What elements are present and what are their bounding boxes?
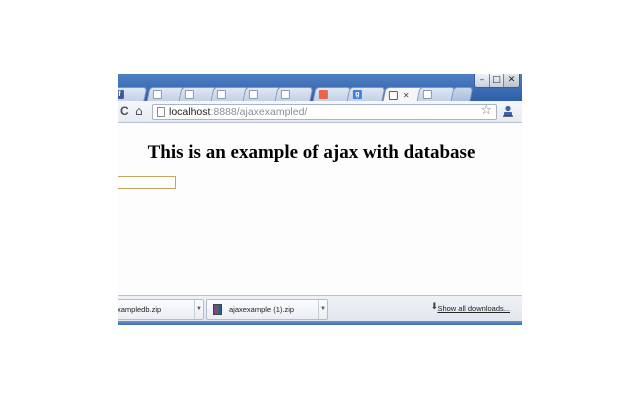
browser-window: – □ ✕ f g ✕ C ⌂ localhost:8888/ajaxexamp… — [118, 74, 522, 325]
chevron-down-icon[interactable]: ▼ — [194, 300, 203, 319]
page-icon — [422, 90, 432, 99]
text-input[interactable] — [118, 176, 176, 189]
tab-google[interactable]: g — [346, 87, 386, 101]
chart-icon — [388, 90, 398, 100]
zip-file-icon — [213, 304, 222, 315]
close-window-button[interactable]: ✕ — [503, 74, 519, 87]
page-icon — [157, 107, 165, 117]
page-content: This is an example of ajax with database — [118, 123, 522, 295]
download-filename: ajaxexample (1).zip — [229, 305, 295, 314]
facebook-icon: f — [118, 90, 124, 99]
mozilla-icon — [318, 90, 328, 99]
home-icon[interactable]: ⌂ — [135, 104, 143, 118]
tab-facebook[interactable]: f — [118, 87, 148, 101]
window-controls: – □ ✕ — [474, 74, 520, 88]
page-icon — [248, 90, 258, 99]
tab-6[interactable] — [274, 87, 314, 101]
google-icon: g — [352, 90, 362, 99]
page-icon — [152, 90, 162, 99]
page-heading: This is an example of ajax with database — [147, 142, 476, 163]
show-all-downloads-link[interactable]: Show all downloads... — [437, 304, 510, 313]
maximize-button[interactable]: □ — [489, 74, 503, 87]
tab-10[interactable] — [416, 87, 456, 101]
wrench-icon[interactable] — [502, 105, 514, 117]
page-icon — [280, 90, 290, 99]
chevron-down-icon[interactable]: ▼ — [318, 300, 327, 319]
page-icon — [184, 90, 194, 99]
tab-mozilla[interactable] — [312, 87, 352, 101]
page-icon — [216, 90, 226, 99]
toolbar: C ⌂ localhost:8888/ajaxexampled/ ☆ — [118, 101, 522, 123]
taskbar-edge — [118, 321, 522, 325]
new-tab-button[interactable] — [450, 87, 474, 101]
star-icon[interactable]: ☆ — [480, 103, 492, 118]
reload-icon[interactable]: C — [120, 104, 129, 118]
minimize-button[interactable]: – — [475, 74, 489, 87]
address-path: :8888/ajaxexampled/ — [210, 106, 308, 118]
address-host: localhost — [169, 106, 211, 118]
download-shelf: xampledb.zip ▼ ajaxexample (1).zip ▼ ⬇ S… — [118, 295, 522, 325]
close-tab-icon[interactable]: ✕ — [403, 91, 410, 100]
download-item[interactable]: xampledb.zip ▼ — [118, 299, 204, 320]
download-item[interactable]: ajaxexample (1).zip ▼ — [206, 299, 328, 320]
address-bar[interactable]: localhost:8888/ajaxexampled/ — [152, 104, 497, 120]
download-filename: xampledb.zip — [118, 305, 162, 314]
tab-strip: – □ ✕ f g ✕ — [118, 74, 522, 102]
